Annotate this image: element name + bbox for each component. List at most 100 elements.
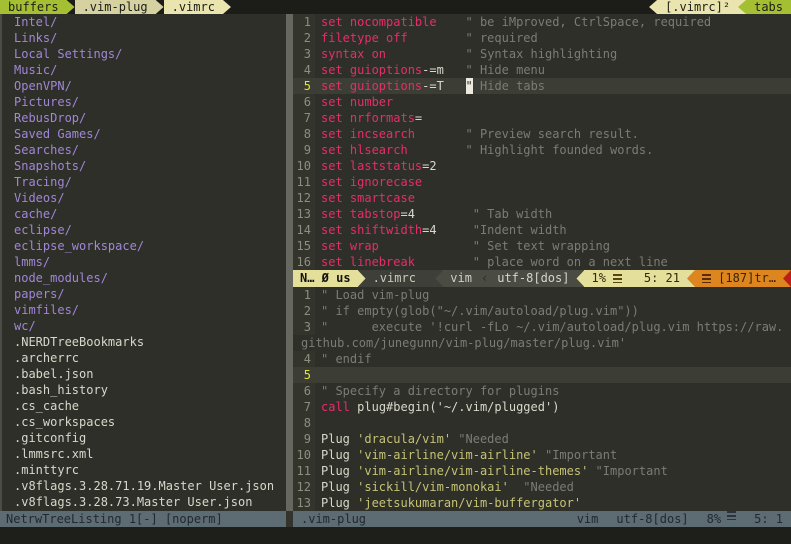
code-line[interactable]: 13Plug 'jeetsukumaran/vim-buffergator' (293, 495, 791, 511)
code-token (415, 206, 473, 222)
code-line[interactable]: 7call plug#begin('~/.vim/plugged') (293, 399, 791, 415)
tree-item-dir[interactable]: OpenVPN/ (0, 78, 286, 94)
code-line[interactable]: 6" Specify a directory for plugins (293, 383, 791, 399)
tree-item-file[interactable]: .v8flags.3.28.73.Master User.json (0, 494, 286, 510)
tree-item-file[interactable]: .archerrc (0, 350, 286, 366)
code-line[interactable]: 2filetype off " required (293, 30, 791, 46)
tree-item-dir[interactable]: Pictures/ (0, 94, 286, 110)
tree-item-dir[interactable]: Videos/ (0, 190, 286, 206)
line-number: 6 (293, 383, 315, 399)
tree-item-dir[interactable]: cache/ (0, 206, 286, 222)
code-line[interactable]: 15set wrap " Set text wrapping (293, 238, 791, 254)
tree-item-dir[interactable]: Saved Games/ (0, 126, 286, 142)
tree-item-dir[interactable]: Music/ (0, 62, 286, 78)
tree-item-dir[interactable]: Intel/ (0, 14, 286, 30)
line-number: 11 (293, 174, 315, 190)
code-line-wrap[interactable]: github.com/junegunn/vim-plug/master/plug… (293, 335, 791, 351)
code-token (509, 479, 523, 495)
tree-item-file[interactable]: .NERDTreeBookmarks (0, 334, 286, 350)
code-line[interactable]: 10set laststatus=2 (293, 158, 791, 174)
tree-item-file[interactable]: .gitconfig (0, 430, 286, 446)
code-line[interactable]: 6set number (293, 94, 791, 110)
tree-item-dir[interactable]: lmms/ (0, 254, 286, 270)
code-line[interactable]: 4" endif (293, 351, 791, 367)
editor-pane: 1set nocompatible " be iMproved, CtrlSpa… (293, 14, 791, 511)
code-line[interactable]: 14set shiftwidth=4 "Indent width (293, 222, 791, 238)
code-line[interactable]: 11set ignorecase (293, 174, 791, 190)
code-line[interactable]: 1" Load vim-plug (293, 287, 791, 303)
code-line[interactable]: 4set guioptions-=m " Hide menu (293, 62, 791, 78)
code-token: " endif (321, 351, 372, 367)
tree-item-dir[interactable]: Local Settings/ (0, 46, 286, 62)
tree-item-dir[interactable]: vimfiles/ (0, 302, 286, 318)
code-line[interactable]: 8set incsearch " Preview search result. (293, 126, 791, 142)
code-token: set laststatus (321, 158, 422, 174)
tree-item-dir[interactable]: eclipse/ (0, 222, 286, 238)
tab-buffers[interactable]: buffers (0, 0, 67, 14)
code-token: = (415, 110, 422, 126)
code-line[interactable]: 7 set nrformats= (293, 110, 791, 126)
code-token: Plug (321, 447, 357, 463)
tree-item-dir[interactable]: Links/ (0, 30, 286, 46)
code-token: 'vim-airline/vim-airline-themes' (357, 463, 588, 479)
code-line[interactable]: 3syntax on " Syntax highlighting (293, 46, 791, 62)
powerline-arrow-icon (223, 0, 231, 14)
tree-item-file[interactable]: .bash_history (0, 382, 286, 398)
tree-item-file[interactable]: .cs_workspaces (0, 414, 286, 430)
tree-item-dir[interactable]: Tracing/ (0, 174, 286, 190)
line-number: 7 (293, 110, 315, 126)
tree-item-dir[interactable]: RebusDrop/ (0, 110, 286, 126)
code-line[interactable]: 3" execute '!curl -fLo ~/.vim/autoload/p… (293, 319, 791, 335)
window-separator[interactable] (286, 14, 293, 511)
line-number: 16 (293, 254, 315, 270)
tree-item-dir[interactable]: papers/ (0, 286, 286, 302)
tab-indicator-group: [.vimrc]² tabs (649, 0, 791, 14)
line-number: 6 (293, 94, 315, 110)
inactive-statuslines: NetrwTreeListing 1[-] [noperm] .vim-plug… (0, 511, 791, 527)
code-line[interactable]: 5set guioptions-=T " Hide tabs (293, 78, 791, 94)
tree-item-file[interactable]: .lmmsrc.xml (0, 446, 286, 462)
tree-item-file[interactable]: .cs_cache (0, 398, 286, 414)
code-token (415, 254, 473, 270)
tree-item-file[interactable]: .babel.json (0, 366, 286, 382)
code-token: set nrformats (321, 110, 415, 126)
code-line[interactable]: 9set hlsearch " Highlight founded words. (293, 142, 791, 158)
code-token: " Highlight founded words. (466, 142, 654, 158)
command-line[interactable] (0, 527, 791, 544)
code-token (451, 431, 458, 447)
tab-tabs[interactable]: tabs (746, 0, 791, 14)
tree-item-dir[interactable]: Searches/ (0, 142, 286, 158)
code-line[interactable]: 1set nocompatible " be iMproved, CtrlSpa… (293, 14, 791, 30)
code-line[interactable]: 13set tabstop=4 " Tab width (293, 206, 791, 222)
line-number: 13 (293, 495, 315, 511)
line-number: 7 (293, 399, 315, 415)
tree-item-dir[interactable]: eclipse_workspace/ (0, 238, 286, 254)
line-number: 11 (293, 463, 315, 479)
code-line[interactable]: 9Plug 'dracula/vim' "Needed (293, 431, 791, 447)
code-token: 'dracula/vim' (357, 431, 451, 447)
tree-item-file[interactable]: .minttyrc (0, 462, 286, 478)
code-token (386, 46, 465, 62)
code-token: set shiftwidth (321, 222, 422, 238)
code-line[interactable]: 11Plug 'vim-airline/vim-airline-themes' … (293, 463, 791, 479)
code-line[interactable]: 16set linebreak " place word on a next l… (293, 254, 791, 270)
code-line[interactable]: 10Plug 'vim-airline/vim-airline' "Import… (293, 447, 791, 463)
tree-item-dir[interactable]: wc/ (0, 318, 286, 334)
tab--vim-plug[interactable]: .vim-plug (75, 0, 156, 14)
code-line[interactable]: 5 (293, 367, 791, 383)
tree-item-dir[interactable]: node_modules/ (0, 270, 286, 286)
line-number: 9 (293, 431, 315, 447)
code-token: set guioptions (321, 78, 422, 94)
code-line[interactable]: 8 (293, 415, 791, 431)
code-line[interactable]: 12set smartcase (293, 190, 791, 206)
tab--vimrc-[interactable]: [.vimrc]² (657, 0, 738, 14)
code-line[interactable]: 2" if empty(glob("~/.vim/autoload/plug.v… (293, 303, 791, 319)
line-number: 13 (293, 206, 315, 222)
code-line[interactable]: 12Plug 'sickill/vim-monokai' "Needed (293, 479, 791, 495)
code-token: "Important (545, 447, 617, 463)
code-token: " execute '!curl -fLo ~/.vim/autoload/pl… (321, 319, 783, 335)
tab--vimrc[interactable]: .vimrc (164, 0, 223, 14)
tree-item-file[interactable]: .v8flags.3.28.71.19.Master User.json (0, 478, 286, 494)
code-token: -=m (422, 62, 444, 78)
tree-item-dir[interactable]: Snapshots/ (0, 158, 286, 174)
